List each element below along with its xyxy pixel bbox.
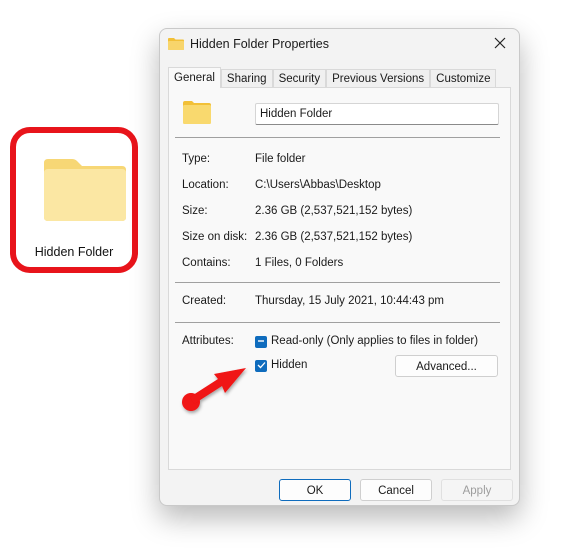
tab-previous-versions[interactable]: Previous Versions [326, 69, 431, 87]
size-on-disk-label: Size on disk: [182, 231, 248, 243]
folder-icon [183, 101, 211, 124]
created-value: Thursday, 15 July 2021, 10:44:43 pm [255, 295, 445, 307]
readonly-label[interactable]: Read-only (Only applies to files in fold… [271, 335, 478, 347]
desktop-folder-highlight: Hidden Folder [10, 127, 138, 273]
readonly-checkbox[interactable] [255, 336, 267, 348]
size-on-disk-value: 2.36 GB (2,537,521,152 bytes) [255, 231, 413, 243]
tab-sharing[interactable]: Sharing [220, 69, 273, 87]
annotation-arrow-icon [178, 364, 250, 416]
dialog-title: Hidden Folder Properties [190, 37, 329, 51]
close-button[interactable] [487, 33, 513, 55]
folder-icon [168, 38, 184, 50]
folder-icon[interactable] [42, 157, 128, 223]
contains-label: Contains: [182, 257, 231, 269]
location-label: Location: [182, 179, 229, 191]
folder-name-input[interactable] [255, 103, 499, 125]
hidden-label[interactable]: Hidden [271, 359, 307, 371]
tab-customize[interactable]: Customize [430, 69, 497, 87]
contains-value: 1 Files, 0 Folders [255, 257, 344, 269]
advanced-button[interactable]: Advanced... [395, 355, 498, 377]
tab-security[interactable]: Security [272, 69, 327, 87]
divider [175, 137, 500, 138]
created-label: Created: [182, 295, 227, 307]
indeterminate-icon [257, 336, 265, 348]
cancel-button[interactable]: Cancel [360, 479, 432, 501]
ok-button[interactable]: OK [279, 479, 351, 501]
properties-dialog: Hidden Folder Properties General Sharing… [159, 28, 520, 506]
tab-general[interactable]: General [168, 67, 221, 88]
divider [175, 322, 500, 323]
size-value: 2.36 GB (2,537,521,152 bytes) [255, 205, 413, 217]
checkmark-icon [257, 360, 266, 372]
location-value: C:\Users\Abbas\Desktop [255, 179, 381, 191]
desktop-folder-label[interactable]: Hidden Folder [16, 245, 132, 259]
type-value: File folder [255, 153, 306, 165]
divider [175, 282, 500, 283]
apply-button[interactable]: Apply [441, 479, 513, 501]
close-icon [494, 37, 506, 52]
attributes-label: Attributes: [182, 335, 234, 347]
tab-bar: General Sharing Security Previous Versio… [168, 67, 497, 88]
size-label: Size: [182, 205, 208, 217]
type-label: Type: [182, 153, 211, 165]
hidden-checkbox[interactable] [255, 360, 267, 372]
